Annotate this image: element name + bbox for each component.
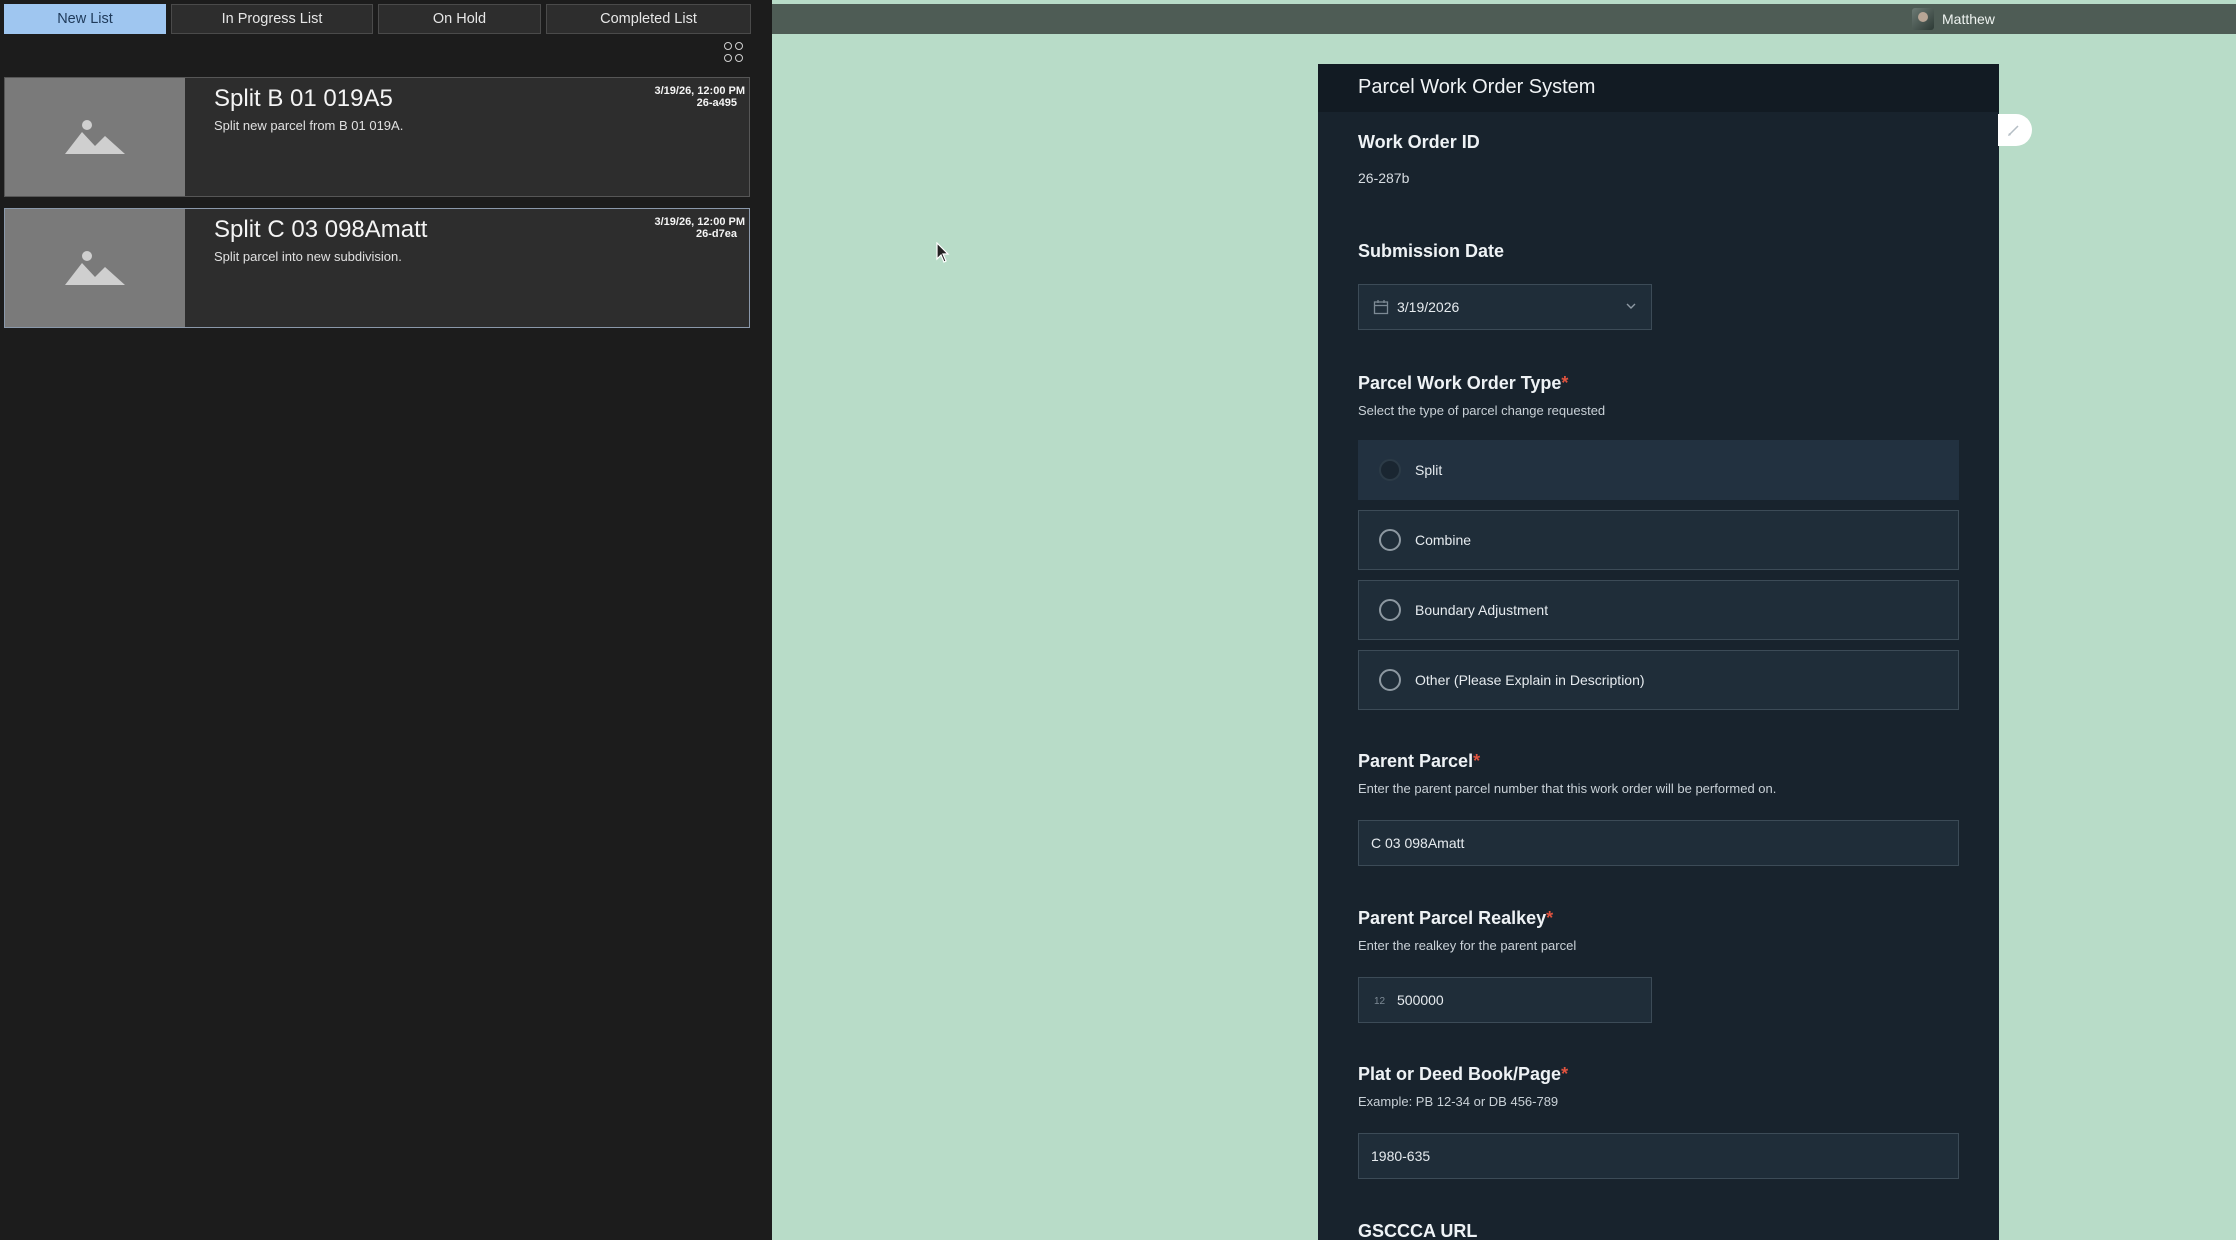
mouse-cursor-icon <box>936 242 950 263</box>
radio-combine[interactable]: Combine <box>1358 510 1959 570</box>
grid-icon[interactable] <box>724 42 744 62</box>
radio-button <box>1379 599 1401 621</box>
radio-label: Boundary Adjustment <box>1415 602 1549 618</box>
card-title: Split B 01 019A5 <box>214 85 393 112</box>
book-page-hint: Example: PB 12-34 or DB 456-789 <box>1358 1094 1559 1109</box>
parent-parcel-label: Parent Parcel* <box>1358 751 1481 771</box>
user-menu[interactable]: Matthew <box>1912 8 1995 30</box>
radio-boundary-adjustment[interactable]: Boundary Adjustment <box>1358 580 1959 640</box>
radio-button <box>1379 529 1401 551</box>
radio-button <box>1379 669 1401 691</box>
realkey-value: 500000 <box>1397 992 1444 1008</box>
work-order-id-label: Work Order ID <box>1358 132 1480 152</box>
radio-other[interactable]: Other (Please Explain in Description) <box>1358 650 1959 710</box>
list-item[interactable]: Split B 01 019A5 Split new parcel from B… <box>4 77 750 197</box>
parent-parcel-value: C 03 098Amatt <box>1371 835 1465 851</box>
top-bar: Matthew <box>772 4 2236 34</box>
order-type-hint: Select the type of parcel change request… <box>1358 403 1606 418</box>
card-title: Split C 03 098Amatt <box>214 216 428 243</box>
card-meta: 3/19/26, 12:00 PM 26-d7ea <box>654 216 745 240</box>
tab-on-hold[interactable]: On Hold <box>378 4 541 34</box>
book-page-value: 1980-635 <box>1371 1148 1431 1164</box>
radio-label: Combine <box>1415 532 1472 548</box>
book-page-input[interactable]: 1980-635 <box>1358 1133 1959 1179</box>
parent-parcel-hint: Enter the parent parcel number that this… <box>1358 781 1777 796</box>
submission-date-picker[interactable]: 3/19/2026 <box>1358 284 1652 330</box>
realkey-hint: Enter the realkey for the parent parcel <box>1358 938 1577 953</box>
realkey-label: Parent Parcel Realkey* <box>1358 908 1554 928</box>
calendar-icon <box>1373 299 1389 315</box>
image-placeholder-icon <box>5 209 185 327</box>
card-description: Split new parcel from B 01 019A. <box>214 118 404 133</box>
gsccca-url-label: GSCCCA URL <box>1358 1221 1478 1240</box>
submission-date-label: Submission Date <box>1358 241 1505 261</box>
edit-button[interactable] <box>1998 114 2032 146</box>
form-header: Parcel Work Order System <box>1318 64 1999 112</box>
left-panel: New List In Progress List On Hold Comple… <box>0 0 772 1240</box>
order-type-label: Parcel Work Order Type* <box>1358 373 1569 393</box>
radio-split[interactable]: Split <box>1358 440 1959 500</box>
radio-label: Other (Please Explain in Description) <box>1415 672 1645 688</box>
avatar <box>1912 8 1934 30</box>
number-icon: 12 <box>1373 992 1389 1008</box>
work-order-form: Parcel Work Order System Work Order ID 2… <box>1318 64 1999 1240</box>
parent-parcel-input[interactable]: C 03 098Amatt <box>1358 820 1959 866</box>
chevron-down-icon <box>1625 299 1637 315</box>
book-page-label: Plat or Deed Book/Page* <box>1358 1064 1569 1084</box>
card-description: Split parcel into new subdivision. <box>214 249 402 264</box>
form-title: Parcel Work Order System <box>1358 76 1596 98</box>
image-placeholder-icon <box>5 78 185 196</box>
tab-completed-list[interactable]: Completed List <box>546 4 751 34</box>
map-panel[interactable]: Matthew Parcel Work Order System Work Or… <box>772 0 2236 1240</box>
card-code: 26-d7ea <box>696 228 737 240</box>
tab-new-list[interactable]: New List <box>4 4 166 34</box>
submission-date-value: 3/19/2026 <box>1397 299 1460 315</box>
realkey-input[interactable]: 12 500000 <box>1358 977 1652 1023</box>
card-meta: 3/19/26, 12:00 PM 26-a495 <box>654 85 745 109</box>
card-code: 26-a495 <box>696 97 737 109</box>
radio-button <box>1379 459 1401 481</box>
user-name: Matthew <box>1942 11 1995 27</box>
card-date: 3/19/26, 12:00 PM <box>654 85 745 97</box>
work-order-id-value: 26-287b <box>1358 170 1410 186</box>
svg-text:12: 12 <box>1374 996 1386 1007</box>
list-item[interactable]: Split C 03 098Amatt Split parcel into ne… <box>4 208 750 328</box>
card-date: 3/19/26, 12:00 PM <box>654 216 745 228</box>
tab-in-progress-list[interactable]: In Progress List <box>171 4 373 34</box>
radio-label: Split <box>1415 462 1443 478</box>
